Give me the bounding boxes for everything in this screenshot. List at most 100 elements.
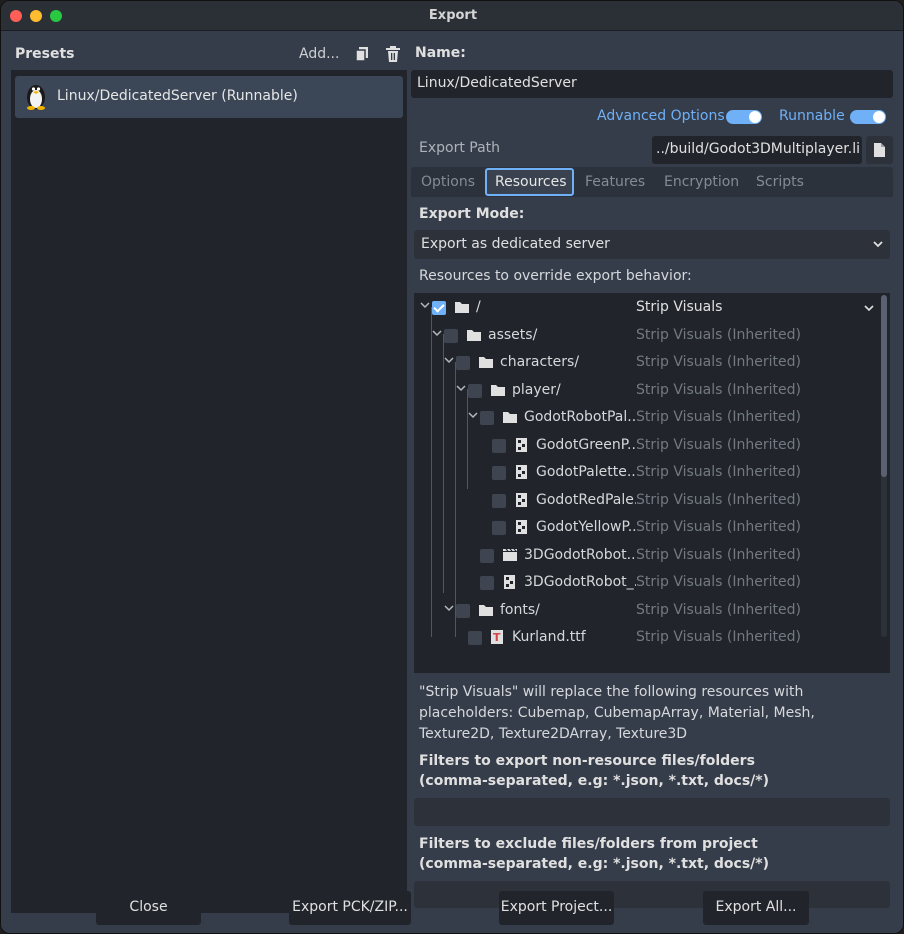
tree-item-mode[interactable]: Strip Visuals (Inherited)	[636, 602, 801, 618]
export-mode-select[interactable]: Export as dedicated server	[414, 230, 890, 259]
name-value: Linux/DedicatedServer	[417, 75, 577, 91]
chevron-down-icon[interactable]	[444, 603, 454, 613]
tree-row[interactable]: GodotPalette... Strip Visuals (Inherited)	[414, 459, 880, 486]
tree-item-mode[interactable]: Strip Visuals (Inherited)	[636, 492, 801, 508]
runnable-toggle[interactable]	[850, 110, 886, 124]
tree-row[interactable]: GodotYellowP... Strip Visuals (Inherited)	[414, 514, 880, 541]
tree-row[interactable]: characters/Strip Visuals (Inherited)	[414, 349, 880, 376]
tree-item-mode[interactable]: Strip Visuals (Inherited)	[636, 629, 801, 645]
tree-row[interactable]: fonts/Strip Visuals (Inherited)	[414, 597, 880, 624]
svg-text:T: T	[493, 631, 501, 644]
folder-icon	[466, 328, 482, 342]
export-path-field[interactable]: ../build/Godot3DMultiplayer.li	[652, 136, 862, 164]
name-field[interactable]: Linux/DedicatedServer	[411, 70, 893, 98]
tree-item-mode[interactable]: Strip Visuals (Inherited)	[636, 327, 801, 343]
tree-item-name: GodotGreenP...	[536, 436, 636, 453]
preset-list: Linux/DedicatedServer (Runnable)	[11, 70, 407, 913]
include-checkbox[interactable]	[432, 301, 446, 315]
tab-features[interactable]: Features	[585, 174, 645, 190]
tree-item-name: 3DGodotRobot_...	[524, 574, 636, 590]
exclude-filter-input[interactable]	[414, 881, 890, 908]
tree-item-mode[interactable]: Strip Visuals (Inherited)	[636, 464, 801, 480]
chevron-down-icon[interactable]	[432, 328, 442, 338]
duplicate-preset-icon[interactable]	[353, 45, 371, 63]
export-all-button[interactable]: Export All...	[703, 891, 809, 925]
delete-preset-icon[interactable]	[384, 45, 402, 63]
tree-scroll-thumb[interactable]	[881, 295, 887, 477]
font-icon: T	[490, 630, 506, 644]
include-filter-heading: Filters to export non-resource files/fol…	[419, 753, 755, 769]
chevron-down-icon[interactable]	[420, 300, 430, 310]
scene-icon	[502, 548, 518, 562]
tab-options[interactable]: Options	[421, 174, 475, 190]
texture-icon	[514, 492, 530, 507]
preset-item[interactable]: Linux/DedicatedServer (Runnable)	[15, 76, 403, 118]
tree-scrollbar[interactable]	[881, 295, 887, 637]
tree-item-mode[interactable]: Strip Visuals (Inherited)	[636, 409, 801, 425]
tree-row[interactable]: 3DGodotRobot... Strip Visuals (Inherited)	[414, 542, 880, 569]
include-checkbox[interactable]	[468, 383, 482, 398]
advanced-options-toggle[interactable]	[726, 110, 762, 124]
chevron-down-icon[interactable]	[456, 383, 466, 393]
export-path-value: ../build/Godot3DMultiplayer.li	[656, 141, 860, 157]
add-preset-button[interactable]: Add...	[299, 46, 339, 62]
tree-row[interactable]: T Kurland.ttf Strip Visuals (Inherited)	[414, 624, 880, 651]
tree-item-name: fonts/	[500, 601, 540, 618]
include-checkbox[interactable]	[480, 576, 494, 590]
close-button[interactable]: Close	[96, 891, 201, 925]
tree-item-name: characters/	[500, 354, 580, 370]
include-checkbox[interactable]	[492, 493, 506, 508]
browse-path-button[interactable]	[866, 136, 893, 164]
include-checkbox[interactable]	[444, 328, 458, 343]
tree-item-mode[interactable]: Strip Visuals (Inherited)	[636, 354, 801, 370]
tree-item-mode[interactable]: Strip Visuals (Inherited)	[636, 574, 801, 590]
tree-guide-line	[455, 362, 456, 637]
tree-item-mode[interactable]: Strip Visuals	[636, 299, 722, 315]
tree-row[interactable]: 3DGodotRobot_... Strip Visuals (Inherited…	[414, 569, 880, 596]
include-checkbox[interactable]	[492, 438, 506, 453]
tab-encryption[interactable]: Encryption	[664, 174, 739, 190]
include-checkbox[interactable]	[492, 466, 506, 480]
tree-row[interactable]: player/Strip Visuals (Inherited)	[414, 377, 880, 404]
tree-item-mode[interactable]: Strip Visuals (Inherited)	[636, 519, 801, 535]
export-project-button[interactable]: Export Project...	[499, 891, 614, 925]
tab-bar: Options Resources Features Encryption Sc…	[411, 167, 893, 197]
tree-row[interactable]: GodotRedPale...Strip Visuals (Inherited)	[414, 487, 880, 514]
name-label: Name:	[415, 45, 466, 61]
tree-row[interactable]: / Strip Visuals	[414, 294, 880, 321]
include-checkbox[interactable]	[480, 548, 494, 563]
tree-item-mode[interactable]: Strip Visuals (Inherited)	[636, 547, 801, 563]
include-checkbox[interactable]	[456, 603, 470, 618]
chevron-down-icon[interactable]	[444, 355, 454, 365]
tab-scripts[interactable]: Scripts	[756, 174, 804, 190]
export-pck-label: Export PCK/ZIP...	[292, 899, 408, 915]
tree-item-mode[interactable]: Strip Visuals (Inherited)	[636, 437, 801, 453]
include-filter-input[interactable]	[414, 798, 890, 826]
texture-icon	[502, 575, 518, 589]
tree-item-name: player/	[512, 381, 561, 398]
tree-row[interactable]: GodotRobotPal... Strip Visuals (Inherited…	[414, 404, 880, 431]
export-pck-button[interactable]: Export PCK/ZIP...	[289, 891, 411, 925]
tree-row[interactable]: GodotGreenP... Strip Visuals (Inherited)	[414, 432, 880, 459]
tab-resources[interactable]: Resources	[485, 168, 574, 196]
chevron-down-icon[interactable]	[468, 410, 478, 420]
resource-tree[interactable]: / Strip Visuals assets/Strip Visuals (Inhe…	[414, 293, 890, 673]
chevron-down-icon[interactable]	[864, 303, 874, 313]
tree-item-name: assets/	[488, 326, 538, 343]
presets-header: Presets	[15, 46, 75, 62]
include-checkbox[interactable]	[468, 631, 482, 645]
include-checkbox[interactable]	[456, 356, 470, 370]
include-checkbox[interactable]	[492, 521, 506, 535]
tree-guide-line	[467, 389, 468, 489]
export-dialog: Export Presets Add... Linux/DedicatedSer…	[0, 0, 904, 934]
tree-row[interactable]: assets/Strip Visuals (Inherited)	[414, 322, 880, 349]
export-mode-label: Export Mode:	[419, 206, 525, 222]
include-filter-hint: (comma-separated, e.g: *.json, *.txt, do…	[419, 773, 770, 789]
export-project-label: Export Project...	[500, 899, 613, 915]
exclude-filter-heading: Filters to exclude files/folders from pr…	[419, 836, 758, 852]
tree-item-name: 3DGodotRobot...	[524, 546, 636, 563]
folder-icon	[502, 410, 518, 424]
close-button-label: Close	[129, 899, 168, 915]
include-checkbox[interactable]	[480, 411, 494, 425]
tree-item-mode[interactable]: Strip Visuals (Inherited)	[636, 382, 801, 398]
